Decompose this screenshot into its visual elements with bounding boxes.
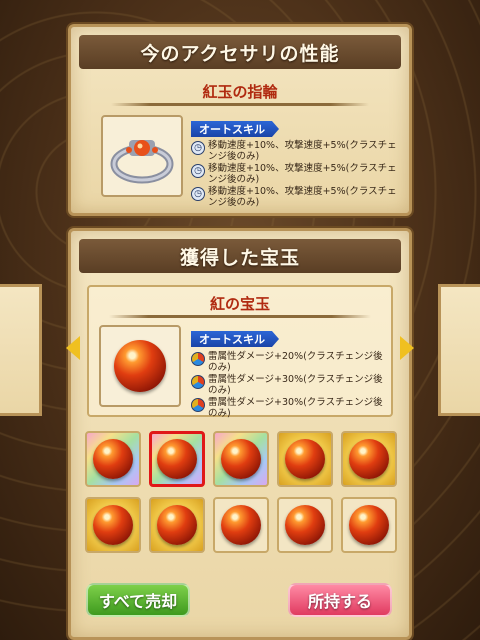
element-gem-icon [191,352,205,366]
gem-slot[interactable] [85,497,141,553]
gem-slot[interactable] [85,431,141,487]
red-gem-icon [157,439,197,479]
gem-slot[interactable] [213,431,269,487]
gem-name: 紅の宝玉 [209,295,270,313]
gem-skill-text: 雷属性ダメージ+30%(クラスチェンジ後のみ) [208,374,383,396]
red-gem-icon [157,505,197,545]
accessory-skill-tag: オートスキル [191,121,279,137]
divider [111,103,369,106]
red-gem-icon [285,505,325,545]
gem-thumbnail [99,325,181,407]
gem-panel-title: 獲得した宝玉 [79,239,401,273]
divider [109,315,371,318]
accessory-panel: 今のアクセサリの性能 紅玉の指輪 オートスキル ◷ 移動速度+10%、攻撃速度+… [68,24,412,216]
red-gem-icon [93,439,133,479]
gem-slot[interactable] [277,431,333,487]
accessory-skill-text: 移動速度+10%、攻撃速度+5%(クラスチェンジ後のみ) [208,163,397,185]
clock-icon: ◷ [191,141,205,155]
accessory-skill-2: ◷ 移動速度+10%、攻撃速度+5%(クラスチェンジ後のみ) [191,163,401,185]
gem-slot-selected[interactable] [149,431,205,487]
accessory-skill-1: ◷ 移動速度+10%、攻撃速度+5%(クラスチェンジ後のみ) [191,140,401,162]
red-gem-icon [114,340,166,392]
gem-detail-card: 紅の宝玉 オートスキル 雷属性ダメージ+20%(クラスチェンジ後のみ) 雷属性ダ… [87,285,393,419]
ring-thumbnail [101,115,183,197]
accessory-name: 紅玉の指輪 [202,83,278,101]
ring-icon [110,140,174,184]
gem-skill-3: 雷属性ダメージ+30%(クラスチェンジ後のみ) [191,397,385,419]
gem-skill-2: 雷属性ダメージ+30%(クラスチェンジ後のみ) [191,374,385,396]
gem-slot[interactable] [341,497,397,553]
accessory-skill-text: 移動速度+10%、攻撃速度+5%(クラスチェンジ後のみ) [208,186,397,208]
gem-slot[interactable] [213,497,269,553]
element-gem-icon [191,375,205,389]
gem-skill-text: 雷属性ダメージ+30%(クラスチェンジ後のみ) [208,397,383,419]
keep-button[interactable]: 所持する [288,583,392,617]
gem-panel: 獲得した宝玉 紅の宝玉 オートスキル 雷属性ダメージ+20%(クラスチェンジ後の… [68,228,412,640]
accessory-panel-title: 今のアクセサリの性能 [79,35,401,69]
prev-gem-card[interactable] [0,284,42,416]
accessory-skill-3: ◷ 移動速度+10%、攻撃速度+5%(クラスチェンジ後のみ) [191,186,401,208]
gem-slot[interactable] [149,497,205,553]
gem-skill-text: 雷属性ダメージ+20%(クラスチェンジ後のみ) [208,351,383,373]
arrow-right-icon[interactable] [400,336,414,360]
gem-slot[interactable] [277,497,333,553]
clock-icon: ◷ [191,187,205,201]
accessory-skill-text: 移動速度+10%、攻撃速度+5%(クラスチェンジ後のみ) [208,140,397,162]
sell-all-button[interactable]: すべて売却 [86,583,190,617]
gem-skill-1: 雷属性ダメージ+20%(クラスチェンジ後のみ) [191,351,385,373]
gem-skill-tag: オートスキル [191,331,279,347]
clock-icon: ◷ [191,164,205,178]
element-gem-icon [191,398,205,412]
red-gem-icon [285,439,325,479]
gem-slot[interactable] [341,431,397,487]
red-gem-icon [93,505,133,545]
red-gem-icon [349,505,389,545]
red-gem-icon [221,439,261,479]
red-gem-icon [221,505,261,545]
red-gem-icon [349,439,389,479]
arrow-left-icon[interactable] [66,336,80,360]
next-gem-card[interactable] [438,284,480,416]
